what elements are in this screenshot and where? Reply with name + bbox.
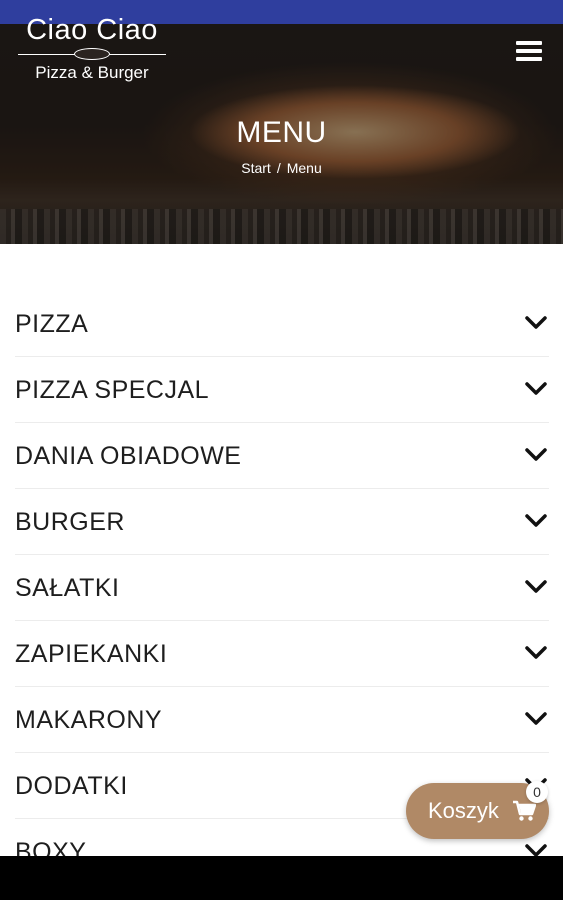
- page-title: MENU: [236, 116, 327, 149]
- logo-subtitle: Pizza & Burger: [35, 63, 149, 82]
- category-row-makarony[interactable]: MAKARONY: [15, 687, 549, 753]
- chevron-down-icon: [525, 580, 547, 593]
- pizza-icon: [74, 48, 110, 60]
- category-row-dania-obiadowe[interactable]: DANIA OBIADOWE: [15, 423, 549, 489]
- breadcrumb: Start / Menu: [0, 158, 563, 178]
- hamburger-menu-icon[interactable]: [516, 41, 542, 63]
- chevron-down-icon: [525, 514, 547, 527]
- category-row-zapiekanki[interactable]: ZAPIEKANKI: [15, 621, 549, 687]
- chevron-down-icon: [525, 712, 547, 725]
- category-row-burger[interactable]: BURGER: [15, 489, 549, 555]
- category-label: PIZZA: [15, 310, 89, 338]
- category-label: PIZZA SPECJAL: [15, 376, 210, 404]
- category-label: DODATKI: [15, 772, 128, 800]
- chevron-down-icon: [525, 316, 547, 329]
- category-row-pizza-specjal[interactable]: PIZZA SPECJAL: [15, 357, 549, 423]
- hero-texture: [0, 209, 563, 244]
- logo[interactable]: Ciao Ciao Pizza & Burger: [18, 14, 166, 84]
- cart-count-badge: 0: [526, 781, 548, 803]
- cart-label: Koszyk: [428, 798, 499, 823]
- chevron-down-icon: [525, 448, 547, 461]
- breadcrumb-current: Menu: [286, 160, 322, 176]
- chevron-down-icon: [525, 646, 547, 659]
- shopping-cart-icon: [513, 800, 536, 821]
- category-label: DANIA OBIADOWE: [15, 442, 242, 470]
- breadcrumb-separator: /: [276, 160, 281, 176]
- category-label: SAŁATKI: [15, 574, 120, 602]
- system-navigation-bar: [0, 856, 563, 900]
- category-label: MAKARONY: [15, 706, 163, 734]
- chevron-down-icon: [525, 382, 547, 395]
- breadcrumb-home-link[interactable]: Start: [241, 160, 271, 176]
- category-row-salatki[interactable]: SAŁATKI: [15, 555, 549, 621]
- logo-title: Ciao Ciao: [26, 14, 158, 46]
- category-row-pizza[interactable]: PIZZA: [15, 291, 549, 357]
- category-label: ZAPIEKANKI: [15, 640, 168, 668]
- category-label: BURGER: [15, 508, 125, 536]
- logo-divider: [18, 48, 166, 60]
